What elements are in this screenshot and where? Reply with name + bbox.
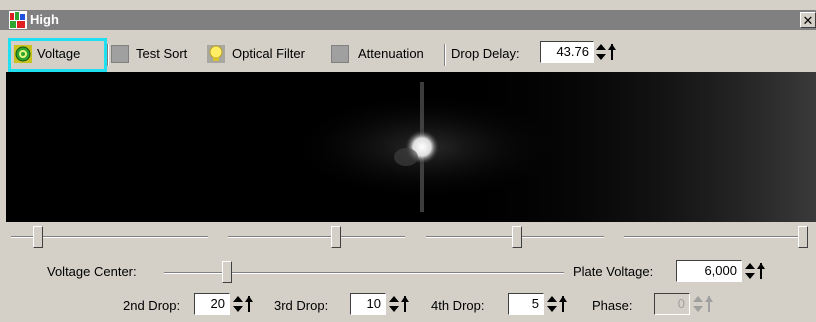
slider-1-thumb[interactable] [33, 226, 43, 248]
drop-delay-spinner-icon[interactable] [595, 41, 617, 63]
fourth-drop-label: 4th Drop: [431, 298, 485, 313]
slider-2-thumb[interactable] [331, 226, 341, 248]
slider-2-track [228, 236, 405, 238]
drop-delay-field[interactable]: 43.76 [540, 41, 594, 63]
camera-view [6, 72, 816, 222]
second-drop-label: 2nd Drop: [123, 298, 181, 313]
test-sort-icon [111, 45, 129, 63]
second-drop-spinner-icon[interactable] [232, 293, 254, 315]
phase-spinner-icon[interactable] [692, 293, 714, 315]
optical-filter-toggle[interactable]: Optical Filter [204, 42, 328, 66]
slider-4-thumb[interactable] [798, 226, 808, 248]
attenuation-label: Attenuation [358, 46, 424, 61]
plate-voltage-field[interactable]: 6,000 [676, 260, 742, 282]
second-drop-field[interactable]: 20 [194, 293, 230, 315]
attenuation-toggle[interactable]: Attenuation [328, 42, 438, 66]
app-logo-icon [9, 11, 27, 29]
third-drop-label: 3rd Drop: [274, 298, 329, 313]
plate-voltage-spinner-icon[interactable] [744, 260, 766, 282]
plate-voltage-label: Plate Voltage: [573, 264, 654, 279]
third-drop-spinner-icon[interactable] [388, 293, 410, 315]
optical-filter-label: Optical Filter [232, 46, 305, 61]
fourth-drop-spinner-icon[interactable] [546, 293, 568, 315]
selection-highlight [8, 38, 107, 72]
attenuation-icon [331, 45, 349, 63]
window-title: High [30, 12, 59, 27]
voltage-center-label: Voltage Center: [47, 264, 137, 279]
test-sort-toggle[interactable]: Test Sort [108, 42, 204, 66]
title-bar: High ✕ [0, 10, 816, 30]
phase-label: Phase: [592, 298, 633, 313]
phase-field[interactable]: 0 [654, 293, 690, 315]
lightbulb-icon [207, 45, 225, 63]
voltage-center-thumb[interactable] [222, 261, 232, 283]
droplet-image [6, 72, 816, 222]
fourth-drop-field[interactable]: 5 [508, 293, 544, 315]
drop-delay-label: Drop Delay: [451, 46, 520, 61]
slider-4-track [624, 236, 808, 238]
test-sort-label: Test Sort [136, 46, 188, 61]
toolbar-separator [444, 44, 446, 66]
slider-3-thumb[interactable] [512, 226, 522, 248]
third-drop-field[interactable]: 10 [350, 293, 386, 315]
close-button[interactable]: ✕ [800, 12, 816, 28]
